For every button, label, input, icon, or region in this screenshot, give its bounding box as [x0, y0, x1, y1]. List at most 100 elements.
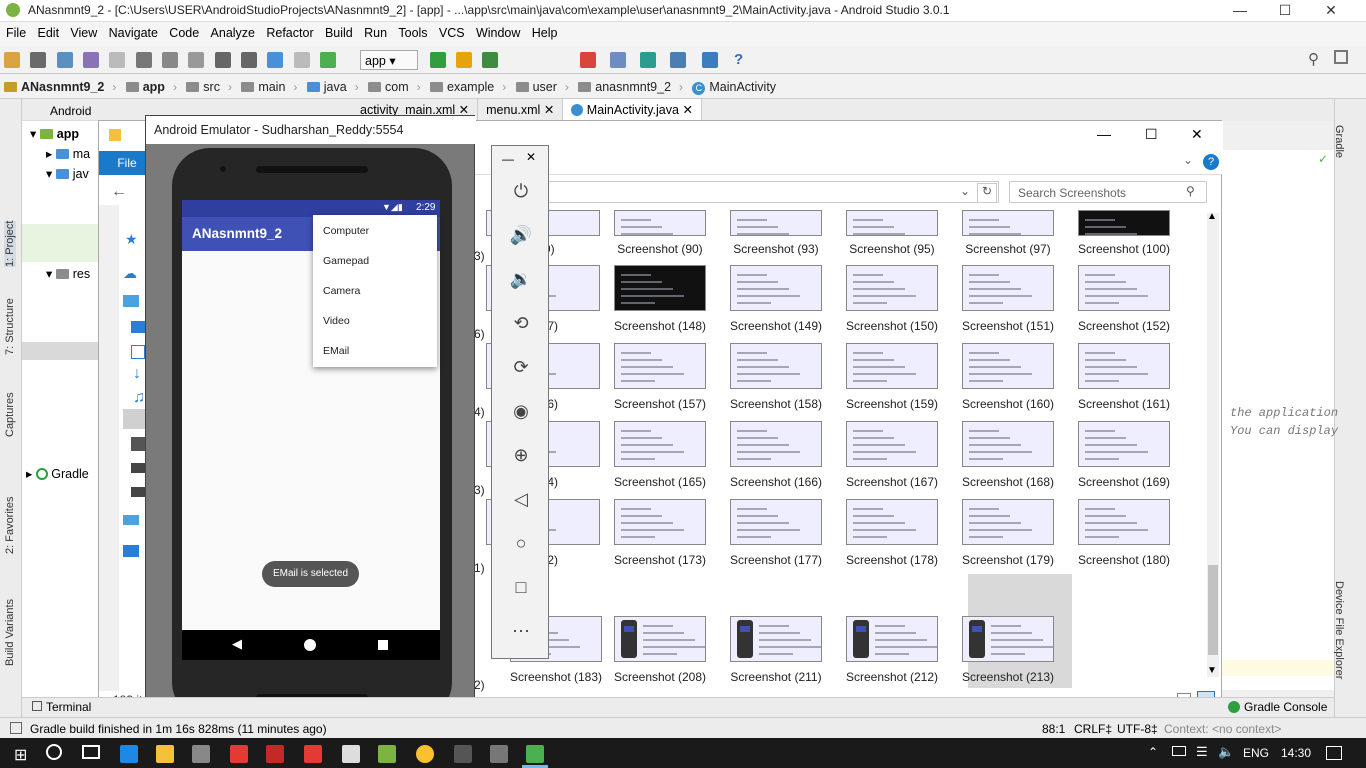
thumbnail-item[interactable]: Screenshot (167) — [834, 421, 938, 495]
thumbnail-item[interactable]: Screenshot (211) — [718, 616, 822, 690]
settings-app-icon[interactable] — [490, 745, 508, 763]
cut-icon[interactable] — [135, 52, 152, 68]
scroll-up-icon[interactable]: ▲ — [1207, 211, 1217, 222]
menu-tools[interactable]: Tools — [394, 22, 431, 40]
rotate-left-icon[interactable]: ⟲ — [506, 308, 536, 338]
thumbnail-item[interactable]: Screenshot (157) — [602, 343, 706, 417]
make-icon[interactable] — [320, 52, 337, 68]
chevron-down-icon[interactable]: ⌄ — [1183, 153, 1193, 167]
search-input[interactable]: Search Screenshots ⚲ — [1009, 181, 1207, 203]
close-tab-icon[interactable]: ✕ — [682, 103, 692, 117]
task-view-icon[interactable] — [82, 745, 100, 759]
menu-build[interactable]: Build — [321, 22, 357, 40]
chevron-down-icon[interactable]: ⌄ — [960, 184, 970, 198]
project-structure-icon[interactable] — [670, 52, 686, 68]
overview-icon[interactable]: □ — [506, 572, 536, 602]
menu-edit[interactable]: Edit — [34, 22, 64, 40]
menu-vcs[interactable]: VCS — [435, 22, 469, 40]
onedrive-icon[interactable]: ☁ — [123, 265, 137, 282]
breadcrumb-example[interactable]: example — [426, 75, 500, 99]
mail-icon[interactable] — [342, 745, 360, 763]
volume-icon[interactable]: 🔈 — [1218, 744, 1234, 760]
downloads-icon[interactable]: ↓ — [133, 365, 141, 383]
close-icon[interactable]: ✕ — [1308, 0, 1354, 22]
menu-window[interactable]: Window — [472, 22, 524, 40]
camera-icon[interactable]: ◉ — [506, 396, 536, 426]
file-encoding[interactable]: UTF-8‡ — [1117, 722, 1158, 736]
home-icon[interactable]: ○ — [506, 528, 536, 558]
drive-icon[interactable] — [131, 463, 145, 473]
scrollbar-thumb[interactable] — [1208, 565, 1218, 655]
music-icon[interactable]: ♫ — [133, 389, 145, 407]
line-separator[interactable]: CRLF‡ — [1074, 722, 1112, 736]
tool-structure[interactable]: 7: Structure — [4, 298, 16, 355]
find-icon[interactable] — [214, 52, 231, 68]
close-tab-icon[interactable]: ✕ — [544, 103, 554, 117]
thumbnail-item[interactable]: Screenshot (212) — [834, 616, 938, 690]
redo-icon[interactable] — [109, 52, 126, 68]
paste-icon[interactable] — [188, 52, 205, 68]
thumbnail-item[interactable]: Screenshot (160) — [950, 343, 1054, 417]
rotate-right-icon[interactable]: ⟳ — [506, 352, 536, 382]
thumbnail-item[interactable]: Screenshot (152) — [1066, 265, 1170, 339]
minimize-icon[interactable]: — — [1097, 126, 1111, 142]
menu-run[interactable]: Run — [360, 22, 391, 40]
documents-icon[interactable] — [131, 345, 145, 359]
thumbnail-item[interactable]: Screenshot (159) — [834, 343, 938, 417]
edge-icon[interactable] — [120, 745, 138, 763]
scrollbar[interactable]: ▲ ▼ — [1207, 211, 1219, 677]
network-icon[interactable]: ☰ — [1196, 744, 1208, 760]
thumbnail-item[interactable]: Screenshot (177) — [718, 499, 822, 573]
menu-help[interactable]: Help — [528, 22, 562, 40]
thumbnail-item[interactable]: Screenshot (166) — [718, 421, 822, 495]
run-icon[interactable] — [430, 52, 446, 68]
thumbnail-item[interactable]: Screenshot (213) — [950, 616, 1054, 690]
run-config-select[interactable]: app ▾ — [360, 50, 418, 70]
close-icon[interactable]: ✕ — [1191, 126, 1203, 143]
thumbnail-item[interactable]: Screenshot (173) — [602, 499, 706, 573]
store-icon[interactable] — [192, 745, 210, 763]
caret-position[interactable]: 88:1 — [1042, 722, 1065, 736]
breadcrumb-class[interactable]: C MainActivity — [688, 75, 782, 99]
breadcrumb-com[interactable]: com — [364, 75, 415, 99]
nav-home-icon[interactable] — [304, 639, 316, 651]
breadcrumb-app[interactable]: app — [122, 75, 171, 99]
apply-changes-icon[interactable] — [456, 52, 472, 68]
chrome-icon[interactable] — [416, 745, 434, 763]
libraries-icon[interactable] — [123, 515, 139, 525]
breadcrumb-package[interactable]: anasnmnt9_2 — [574, 75, 677, 99]
settings-icon[interactable] — [1334, 50, 1348, 64]
sdk-manager-icon[interactable] — [640, 52, 656, 68]
tool-device-file-explorer[interactable]: Device File Explorer — [1333, 581, 1345, 679]
nav-recents-icon[interactable] — [378, 640, 388, 650]
menu-item-camera[interactable]: Camera — [323, 285, 360, 297]
breadcrumb-user[interactable]: user — [512, 75, 563, 99]
replace-icon[interactable] — [241, 52, 258, 68]
antivirus-icon[interactable] — [266, 745, 284, 763]
avd-manager-icon[interactable] — [610, 52, 626, 68]
minimize-icon[interactable]: — — [502, 152, 514, 166]
download-icon[interactable] — [702, 52, 718, 68]
pdf-reader-icon[interactable] — [230, 745, 248, 763]
undo-icon[interactable] — [83, 52, 100, 68]
tree-item-app[interactable]: ▾ app — [30, 126, 79, 141]
file-explorer-icon[interactable] — [156, 745, 174, 763]
back-icon[interactable] — [267, 52, 284, 68]
tool-windows-icon[interactable] — [10, 722, 22, 734]
menu-file[interactable]: File — [0, 22, 30, 40]
maximize-icon[interactable]: ☐ — [1262, 0, 1308, 22]
save-icon[interactable] — [30, 52, 47, 68]
cortana-icon[interactable] — [46, 744, 62, 760]
tool-project[interactable]: 1: Project — [4, 220, 16, 267]
breadcrumb-src[interactable]: src — [182, 75, 226, 99]
tree-item-gradle[interactable]: ▸ Gradle — [26, 466, 101, 481]
power-icon[interactable]: ⏻ — [506, 176, 536, 206]
nav-back-icon[interactable]: ◀ — [232, 636, 242, 652]
stop-icon[interactable] — [580, 52, 596, 68]
tool-build-variants[interactable]: Build Variants — [4, 599, 16, 666]
tool-favorites[interactable]: 2: Favorites — [4, 497, 16, 554]
action-center-icon[interactable] — [1326, 746, 1342, 760]
battery-icon[interactable] — [1172, 746, 1186, 756]
tab-menu-xml[interactable]: menu.xml ✕ — [478, 99, 564, 121]
minimize-icon[interactable]: — — [1217, 0, 1263, 22]
